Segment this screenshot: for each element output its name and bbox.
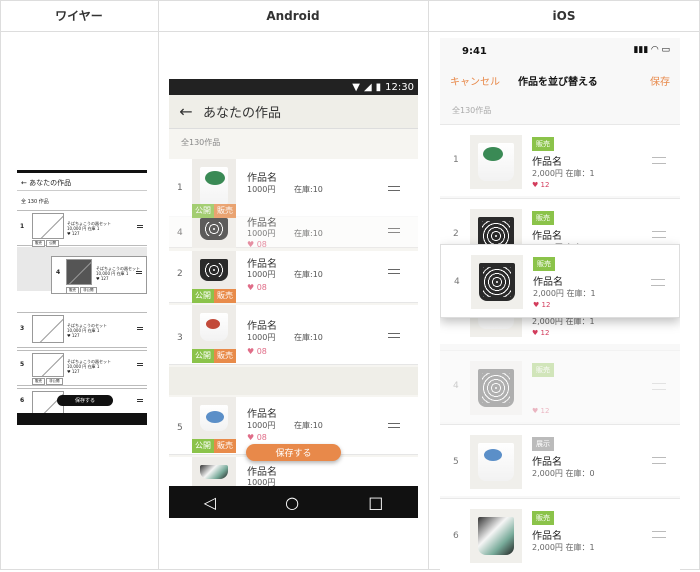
- item-thumbnail: [470, 361, 522, 415]
- heart-icon: ♥: [532, 181, 539, 189]
- drag-handle-icon[interactable]: [137, 399, 143, 402]
- column-header-ios: iOS: [428, 0, 700, 32]
- heart-icon: ♥: [532, 407, 539, 415]
- wire-row-3[interactable]: 3 そばちょこうのセット 10,000 円 在庫 1 ♥ 127: [17, 312, 147, 348]
- status-bar: ▼ ◢ ▮ 12:30: [169, 79, 418, 95]
- column-divider: [428, 0, 429, 570]
- back-nav-icon[interactable]: ◁: [204, 493, 216, 512]
- wireframe-screen: ← あなたの作品 全 130 作品 1 そばちょこうの器セット 10,000 円…: [17, 170, 147, 425]
- item-thumbnail: [470, 435, 522, 489]
- status-badge: 販売: [532, 137, 554, 151]
- drag-handle-icon[interactable]: [652, 457, 666, 464]
- wire-thumbnail: [32, 315, 64, 343]
- save-button[interactable]: 保存する: [246, 444, 341, 461]
- column-header-wire: ワイヤー: [0, 0, 158, 32]
- nav-bar: キャンセル 作品を並び替える 保存: [440, 66, 680, 94]
- heart-icon: ♥: [247, 347, 255, 356]
- wire-row-dragged[interactable]: 4 そばちょこうの器セット 10,000 円 在庫 1 ♥ 127 販売 非公開: [51, 256, 147, 294]
- wire-thumbnail: [32, 213, 64, 239]
- drag-handle-icon[interactable]: [388, 333, 400, 338]
- list-item-dragging[interactable]: 4 公開 販売 作品名 1000円 在庫:10 ♥ 08: [169, 204, 418, 249]
- list-item[interactable]: 2 公開 販売 作品名 1000円 在庫:10 ♥ 08: [169, 251, 418, 303]
- wire-count: 全 130 作品: [21, 199, 49, 205]
- heart-icon: ♥: [533, 301, 540, 309]
- item-thumbnail: [471, 255, 523, 309]
- list-item[interactable]: 6 販売 作品名 2,000円 在庫：1: [440, 498, 680, 572]
- wire-row-5[interactable]: 5 そばちょこうの器セット 10,000 円 在庫 1 ♥ 127 販売 非公開: [17, 350, 147, 386]
- drag-handle-icon[interactable]: [652, 531, 666, 538]
- wire-thumbnail: [32, 353, 64, 377]
- status-badge: 販売: [533, 257, 555, 271]
- app-bar: ← あなたの作品: [169, 95, 418, 129]
- list-item[interactable]: 1 販売 作品名 2,000円 在庫：1 ♥ 12: [440, 124, 680, 196]
- wire-title: あなたの作品: [29, 179, 72, 187]
- item-thumbnail: [192, 305, 236, 349]
- drop-placeholder: [169, 367, 418, 395]
- column-header-android: Android: [158, 0, 428, 32]
- page-title: あなたの作品: [203, 106, 282, 121]
- heart-icon: ♥: [247, 283, 255, 292]
- drag-handle-icon: [652, 383, 666, 390]
- wire-header: ← あなたの作品: [21, 178, 71, 188]
- wire-save-button[interactable]: 保存する: [57, 395, 113, 406]
- status-badge: 販売: [532, 363, 554, 377]
- status-badge: 販売: [532, 211, 554, 225]
- status-badge: 展示: [532, 437, 554, 451]
- list-item-dragging[interactable]: 4 販売 作品名 2,000円 在庫：1 ♥ 12: [440, 244, 680, 318]
- list-item[interactable]: 作品名 1000円: [169, 457, 418, 487]
- drag-handle-icon[interactable]: [652, 231, 666, 238]
- wifi-icon: ▼: [352, 81, 360, 93]
- item-thumbnail: [192, 397, 236, 439]
- back-arrow-icon[interactable]: ←: [21, 179, 27, 187]
- wire-row-1[interactable]: 1 そばちょこうの器セット 10,000 円 在庫 1 ♥ 127 販売 公開: [17, 210, 147, 247]
- item-thumbnail: [192, 457, 236, 487]
- drag-handle-icon[interactable]: [388, 269, 400, 274]
- home-nav-icon[interactable]: ○: [285, 493, 299, 512]
- status-badge: 販売: [532, 511, 554, 525]
- cancel-button[interactable]: キャンセル: [450, 73, 500, 88]
- drag-handle-icon[interactable]: [136, 271, 142, 274]
- heart-icon: ♥: [247, 433, 255, 442]
- signal-icon: ◢: [363, 81, 372, 93]
- wire-thumbnail: [66, 259, 92, 285]
- ios-screen: 9:41 ▮▮▮ ◠ ▭ キャンセル 作品を並び替える 保存 全130作品 1 …: [440, 38, 680, 572]
- drag-handle-icon[interactable]: [137, 363, 143, 366]
- drag-handle-icon[interactable]: [388, 423, 400, 428]
- status-time: 9:41: [462, 46, 487, 57]
- heart-icon: ♥: [247, 240, 255, 249]
- battery-icon: ▮: [375, 81, 382, 93]
- item-thumbnail: [470, 509, 522, 563]
- drag-handle-icon[interactable]: [652, 157, 666, 164]
- recents-nav-icon[interactable]: □: [368, 493, 383, 512]
- heart-icon: ♥: [532, 329, 539, 337]
- save-button[interactable]: 保存: [650, 73, 670, 88]
- status-bar: 9:41 ▮▮▮ ◠ ▭: [440, 38, 680, 66]
- item-count: 全130作品: [181, 138, 221, 147]
- drag-handle-icon[interactable]: [651, 279, 665, 286]
- list-item[interactable]: 3 公開 販売 作品名 1000円 在庫:10 ♥ 08: [169, 305, 418, 365]
- page-title: 作品を並び替える: [518, 77, 598, 88]
- item-thumbnail: [470, 135, 522, 189]
- item-count: 全130作品: [452, 106, 492, 115]
- android-nav-bar: ◁ ○ □: [169, 486, 418, 518]
- back-arrow-icon[interactable]: ←: [169, 102, 203, 121]
- drag-handle-icon[interactable]: [388, 186, 400, 191]
- column-divider: [158, 0, 159, 570]
- item-thumbnail: [192, 251, 236, 289]
- status-time: 12:30: [385, 81, 414, 93]
- drag-handle-icon[interactable]: [137, 327, 143, 330]
- list-item-ghost: 4 販売 ♥ 12: [440, 350, 680, 422]
- list-item[interactable]: 5 展示 作品名 2,000円 在庫：0: [440, 424, 680, 496]
- status-icons: ▮▮▮ ◠ ▭: [633, 45, 670, 55]
- drag-handle-icon[interactable]: [388, 228, 400, 233]
- drag-handle-icon[interactable]: [137, 225, 143, 228]
- drag-handle-icon[interactable]: [137, 295, 143, 298]
- android-screen: ▼ ◢ ▮ 12:30 ← あなたの作品 全130作品 1 作品名 1000円 …: [169, 79, 418, 518]
